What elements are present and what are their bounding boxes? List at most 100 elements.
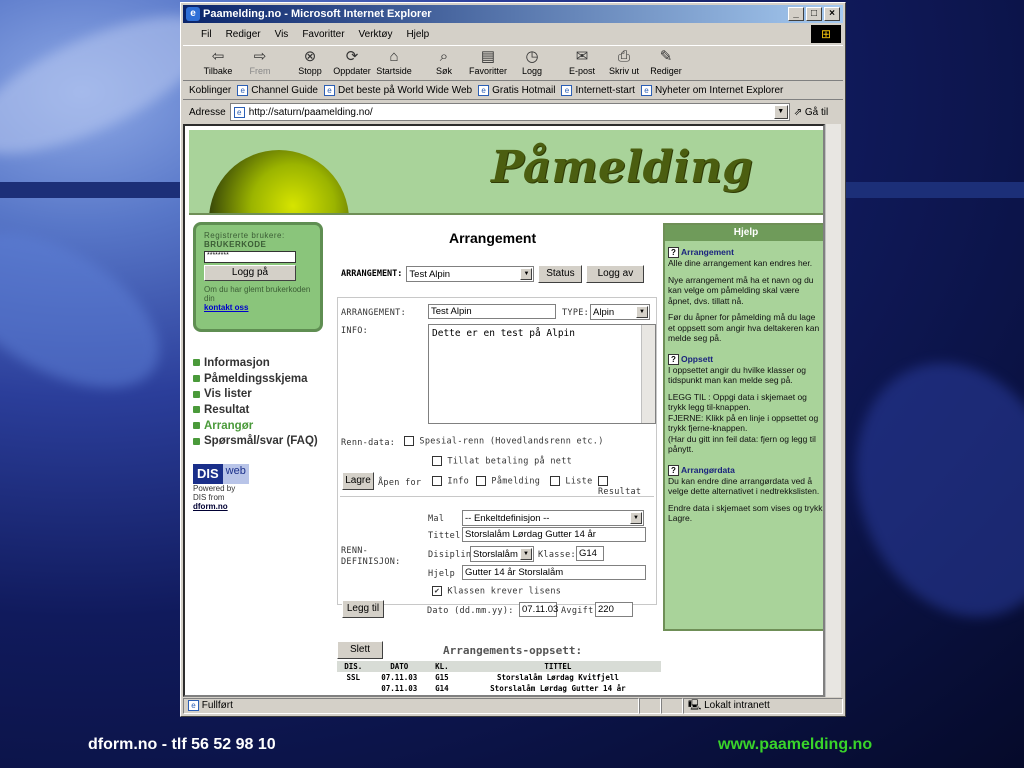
bullet-icon (193, 406, 200, 414)
disiplin-select[interactable]: Storslalåm ▼ (470, 546, 534, 562)
menu-tools[interactable]: Verktøy (359, 29, 393, 40)
table-cell: SSL (346, 673, 361, 682)
maximize-button[interactable]: □ (806, 7, 822, 21)
print-button[interactable]: ⎙ Skriv ut (603, 46, 645, 76)
history-button[interactable]: ◷ Logg (511, 46, 553, 76)
klasse-input[interactable]: G14 (576, 546, 604, 561)
page-scrollbar[interactable] (825, 124, 841, 697)
logout-button[interactable]: Logg av (586, 265, 645, 283)
back-label: Tilbake (203, 66, 233, 76)
nav-item-informasjon[interactable]: Informasjon (193, 355, 318, 371)
arrangement-selector-row: ARRANGEMENT: Test Alpin ▼ Status Logg av (341, 265, 645, 283)
forward-button[interactable]: ⇨ Frem (239, 46, 281, 76)
avgift-input[interactable]: 220 (595, 602, 633, 617)
type-select[interactable]: Alpin ▼ (590, 304, 650, 320)
close-button[interactable]: × (824, 7, 840, 21)
krever-lisens-option[interactable]: ✔ Klassen krever lisens (432, 586, 561, 597)
registered-users-label: Registrerte brukere: (204, 231, 285, 240)
go-button[interactable]: ⇗ Gå til (794, 107, 829, 118)
login-button[interactable]: Logg på (204, 265, 296, 281)
mail-button[interactable]: ✉ E-post (561, 46, 603, 76)
spesial-renn-checkbox[interactable] (404, 436, 414, 446)
arrangement-select[interactable]: Test Alpin ▼ (406, 266, 535, 282)
open-liste-option[interactable]: Liste (550, 476, 593, 487)
chevron-down-icon[interactable]: ▼ (773, 105, 788, 119)
renn-definisjon-label: RENN- DEFINISJON: (341, 546, 401, 567)
link-hotmail[interactable]: e Gratis Hotmail (478, 85, 555, 96)
contact-link[interactable]: kontakt oss (204, 303, 248, 312)
tillat-betaling-option[interactable]: Tillat betaling på nett (432, 456, 572, 467)
save-button[interactable]: Lagre (342, 472, 374, 490)
ie-icon: e (186, 7, 200, 21)
nav-item-vis-lister[interactable]: Vis lister (193, 386, 318, 402)
back-button[interactable]: ⇦ Tilbake (197, 46, 239, 76)
open-resultat-checkbox[interactable] (598, 476, 608, 486)
mal-select[interactable]: -- Enkeltdefinisjon -- ▼ (462, 510, 644, 526)
search-button[interactable]: ⌕ Søk (423, 46, 465, 76)
minimize-button[interactable]: _ (788, 7, 804, 21)
user-code-input[interactable]: ******** (204, 251, 296, 263)
footer-website[interactable]: www.paamelding.no (718, 736, 872, 754)
chevron-down-icon: ▼ (636, 306, 648, 318)
textarea-scrollbar[interactable] (641, 325, 655, 423)
menu-view[interactable]: Vis (275, 29, 289, 40)
address-input[interactable]: e http://saturn/paamelding.no/ ▼ (229, 103, 790, 121)
table-row[interactable]: 07.11.03 G14 Storslalåm Lørdag Gutter 14… (337, 683, 661, 694)
spesial-renn-option[interactable]: Spesial-renn (Hovedlandsrenn etc.) (404, 436, 604, 447)
menu-file[interactable]: Fil (201, 29, 212, 40)
stop-button[interactable]: ⊗ Stopp (289, 46, 331, 76)
tittel-input[interactable]: Storslalåm Lørdag Gutter 14 år (462, 527, 646, 542)
page-icon: e (237, 85, 249, 96)
favorites-button[interactable]: ▤ Favoritter (465, 46, 511, 76)
menu-help[interactable]: Hjelp (406, 29, 429, 40)
stop-icon: ⊗ (303, 48, 317, 65)
krever-lisens-checkbox[interactable]: ✔ (432, 586, 442, 596)
nav-item-faq[interactable]: Spørsmål/svar (FAQ) (193, 433, 318, 449)
nav-item-arrangor[interactable]: Arrangør (193, 418, 318, 434)
info-textarea[interactable]: Dette er en test på Alpin (428, 324, 656, 424)
home-button[interactable]: ⌂ Startside (373, 46, 415, 76)
page-icon: e (323, 85, 335, 96)
nav-item-resultat[interactable]: Resultat (193, 402, 318, 418)
link-ie-news[interactable]: e Nyheter om Internet Explorer (640, 85, 783, 96)
link-internet-start[interactable]: e Internett-start (561, 85, 635, 96)
klasse-label: Klasse: (538, 550, 576, 560)
help-header: Hjelp (665, 225, 823, 241)
tillat-betaling-checkbox[interactable] (432, 456, 442, 466)
table-cell: G14 (435, 684, 449, 693)
delete-button[interactable]: Slett (337, 641, 383, 659)
help-section-arrangordata: ? Arrangørdata Du kan endre dine arrangør… (665, 464, 823, 524)
type-selected: Alpin (593, 306, 615, 318)
open-liste-checkbox[interactable] (550, 476, 560, 486)
page-icon: e (188, 700, 199, 711)
open-resultat-option[interactable]: Resultat (598, 476, 656, 497)
table-cell: Storslalåm Lørdag Kvitfjell (496, 673, 619, 682)
refresh-button[interactable]: ⟳ Oppdater (331, 46, 373, 76)
edit-button[interactable]: ✎ Rediger (645, 46, 687, 76)
favorites-label: Favoritter (468, 66, 507, 76)
status-button[interactable]: Status (538, 265, 583, 283)
open-pamelding-checkbox[interactable] (476, 476, 486, 486)
dato-input[interactable]: 07.11.03 (519, 602, 558, 617)
open-info-checkbox[interactable] (432, 476, 442, 486)
arr-name-input[interactable]: Test Alpin (428, 304, 556, 319)
help-panel: Hjelp ? Arrangement Alle dine arrangement… (663, 223, 823, 631)
menu-bar: Fil Rediger Vis Favoritter Verktøy Hjelp (183, 24, 843, 44)
help-text: Endre data i skjemaet som vises og trykk… (668, 502, 823, 524)
add-button[interactable]: Legg til (342, 600, 384, 618)
mal-label: Mal (428, 514, 445, 524)
link-channel-guide[interactable]: e Channel Guide (237, 85, 318, 96)
open-pamelding-option[interactable]: Påmelding (476, 476, 540, 487)
menu-edit[interactable]: Rediger (226, 29, 261, 40)
dform-link[interactable]: dform.no (193, 502, 228, 511)
page-icon: e (640, 85, 652, 96)
nav-item-pameldingsskjema[interactable]: Påmeldingsskjema (193, 371, 318, 387)
link-best-of-web[interactable]: e Det beste på World Wide Web (323, 85, 472, 96)
nav-label: Arrangør (204, 419, 254, 432)
table-row[interactable]: SSL 07.11.03 G15 Storslalåm Lørdag Kvitf… (337, 672, 661, 683)
open-info-option[interactable]: Info (432, 476, 469, 487)
dis-logo: DIS web Powered by DIS from dform.no (193, 464, 249, 511)
hjelp-input[interactable]: Gutter 14 år Storslalåm (462, 565, 646, 580)
menu-favorites[interactable]: Favoritter (302, 29, 344, 40)
mail-icon: ✉ (575, 48, 589, 65)
